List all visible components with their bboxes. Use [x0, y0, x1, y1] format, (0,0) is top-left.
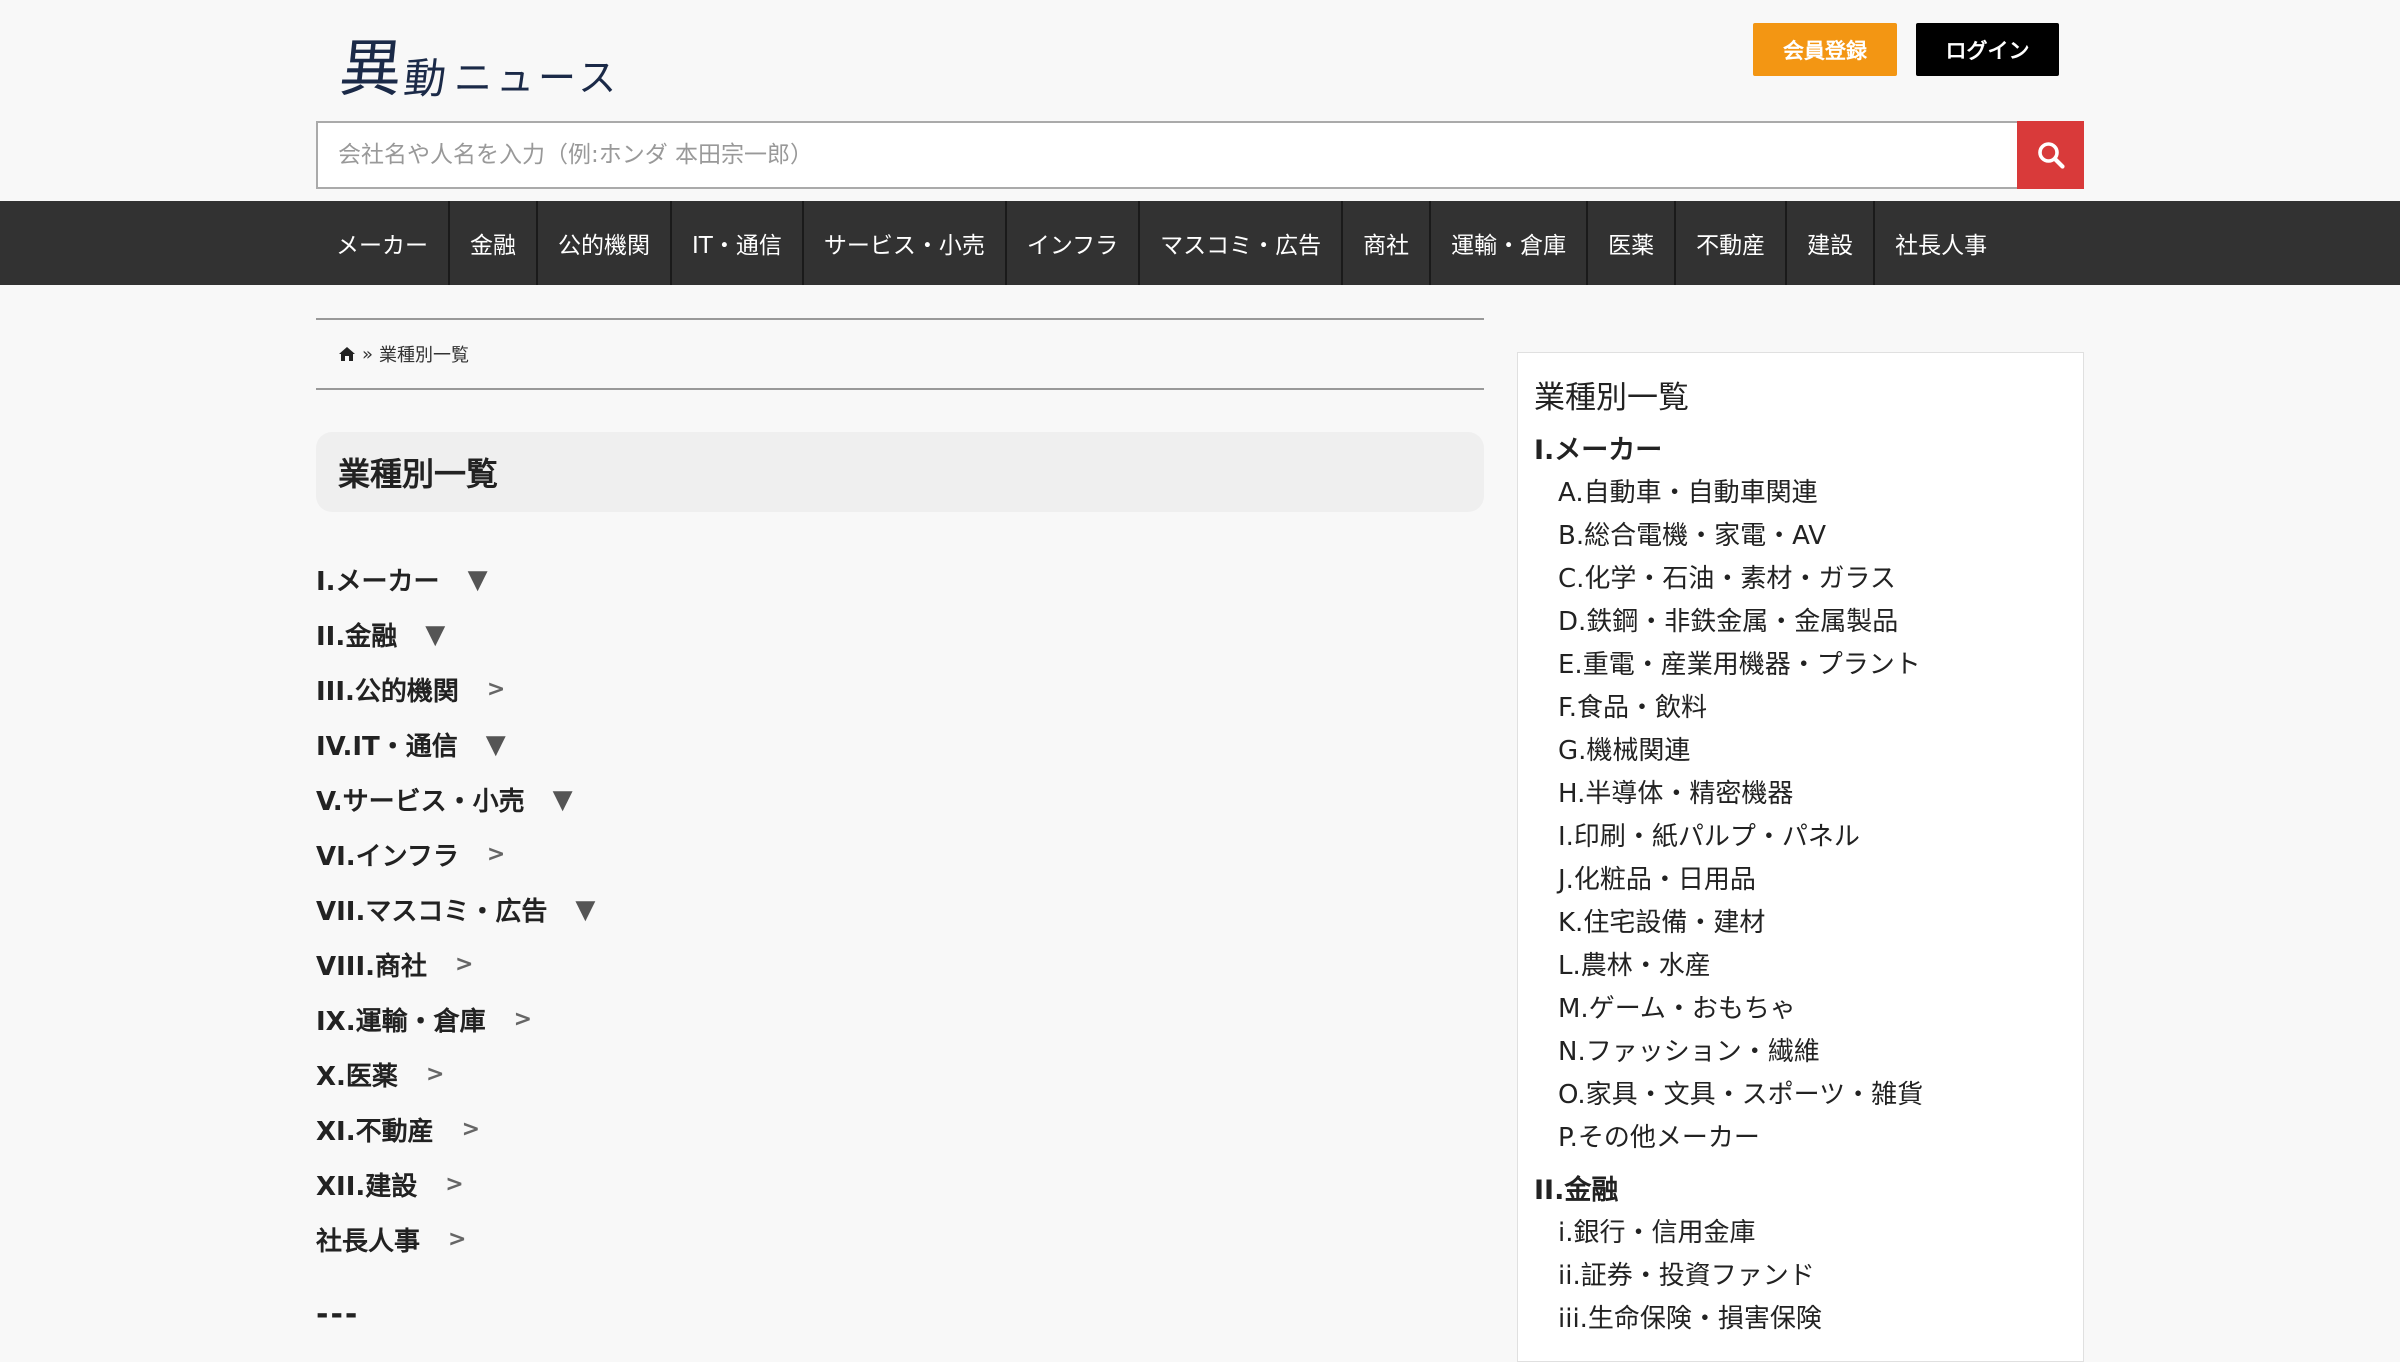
chevron-right-icon[interactable]: >	[445, 1172, 463, 1197]
sidebar-subcategory-link[interactable]: H.半導体・精密機器	[1534, 770, 2065, 813]
search-bar	[316, 121, 2084, 189]
category-item[interactable]: 社長人事 >	[316, 1212, 1484, 1267]
login-button[interactable]: ログイン	[1916, 23, 2059, 76]
sidebar-subcategory-link[interactable]: G.機械関連	[1534, 727, 2065, 770]
sidebar-subcategory-link[interactable]: B.総合電機・家電・AV	[1534, 512, 2065, 555]
header: 異 動 ニュース 会員登録 ログイン	[0, 0, 2400, 200]
category-label[interactable]: III.公的機関	[316, 671, 459, 708]
category-list: I.メーカー ▼ II.金融 ▼ III.公的機関 > IV.IT・通信 ▼ V.サービス・小売…	[316, 552, 1484, 1267]
sidebar-subcategory-link[interactable]: K.住宅設備・建材	[1534, 899, 2065, 942]
sidebar-title: 業種別一覧	[1534, 379, 1689, 416]
search-input[interactable]	[316, 121, 2017, 189]
nav-item[interactable]: 金融	[450, 201, 538, 285]
category-item[interactable]: VII.マスコミ・広告 ▼	[316, 882, 1484, 937]
sidebar-subcategory-link[interactable]: iii.生命保険・損害保険	[1534, 1295, 2065, 1338]
category-item[interactable]: XI.不動産 >	[316, 1102, 1484, 1157]
nav-item[interactable]: 社長人事	[1875, 201, 2007, 285]
sidebar-group-heading[interactable]: I.メーカー	[1534, 425, 2065, 469]
nav-item[interactable]: 建設	[1787, 201, 1876, 285]
nav-item[interactable]: サービス・小売	[804, 201, 1007, 285]
category-label[interactable]: IV.IT・通信	[316, 726, 458, 763]
category-label[interactable]: VII.マスコミ・広告	[316, 891, 547, 928]
sidebar-subcategory-link[interactable]: A.自動車・自動車関連	[1534, 469, 2065, 512]
sidebar-subcategory-link[interactable]: L.農林・水産	[1534, 942, 2065, 985]
chevron-right-icon[interactable]: >	[487, 842, 505, 867]
logo-text: ニュース	[454, 56, 621, 101]
category-item[interactable]: IV.IT・通信 ▼	[316, 717, 1484, 772]
sidebar-subcategory-link[interactable]: N.ファッション・繊維	[1534, 1028, 2065, 1071]
category-item[interactable]: I.メーカー ▼	[316, 552, 1484, 607]
sidebar: 業種別一覧 I.メーカー A.自動車・自動車関連 B.総合電機・家電・AV C.化学・…	[1517, 352, 2084, 1362]
logo-kanji: 動	[401, 54, 449, 103]
sidebar-subcategory-link[interactable]: E.重電・産業用機器・プラント	[1534, 641, 2065, 684]
nav-item[interactable]: 商社	[1343, 201, 1432, 285]
breadcrumb-current: 業種別一覧	[379, 345, 470, 366]
expand-arrow-icon[interactable]: ▼	[468, 565, 488, 595]
category-item[interactable]: VI.インフラ >	[316, 827, 1484, 882]
breadcrumb: » 業種別一覧	[316, 318, 1484, 390]
home-icon[interactable]	[338, 346, 356, 362]
category-label[interactable]: II.金融	[316, 616, 397, 653]
category-item[interactable]: IX.運輸・倉庫 >	[316, 992, 1484, 1047]
expand-arrow-icon[interactable]: ▼	[575, 895, 595, 925]
nav-item[interactable]: 不動産	[1676, 201, 1788, 285]
sidebar-subcategory-link[interactable]: F.食品・飲料	[1534, 684, 2065, 727]
sidebar-subcategory-link[interactable]: I.印刷・紙パルプ・パネル	[1534, 813, 2065, 856]
category-item[interactable]: VIII.商社 >	[316, 937, 1484, 992]
expand-arrow-icon[interactable]: ▼	[486, 730, 506, 760]
category-label[interactable]: VIII.商社	[316, 946, 427, 983]
category-label[interactable]: 社長人事	[316, 1221, 420, 1258]
register-button[interactable]: 会員登録	[1753, 23, 1897, 76]
category-label[interactable]: XII.建設	[316, 1166, 417, 1203]
breadcrumb-separator: »	[362, 343, 374, 365]
sidebar-subcategory-link[interactable]: i.銀行・信用金庫	[1534, 1209, 2065, 1252]
nav-item[interactable]: マスコミ・広告	[1140, 201, 1344, 285]
nav-item[interactable]: IT・通信	[672, 201, 804, 285]
category-label[interactable]: XI.不動産	[316, 1111, 434, 1148]
sidebar-subcategory-link[interactable]: D.鉄鋼・非鉄金属・金属製品	[1534, 598, 2065, 641]
sidebar-group-heading[interactable]: II.金融	[1534, 1165, 2065, 1209]
sidebar-subcategory-link[interactable]: M.ゲーム・おもちゃ	[1534, 985, 2065, 1028]
search-button[interactable]	[2017, 121, 2084, 189]
category-item[interactable]: XII.建設 >	[316, 1157, 1484, 1212]
nav-item[interactable]: 運輸・倉庫	[1431, 201, 1589, 285]
divider-text: ---	[316, 1297, 360, 1332]
category-label[interactable]: VI.インフラ	[316, 836, 459, 873]
category-label[interactable]: IX.運輸・倉庫	[316, 1001, 486, 1038]
nav-item[interactable]: 公的機関	[538, 201, 672, 285]
sidebar-subcategory-link[interactable]: C.化学・石油・素材・ガラス	[1534, 555, 2065, 598]
category-nav: メーカー 金融 公的機関 IT・通信 サービス・小売 インフラ マスコミ・広告 商社 運輸・倉庫…	[0, 201, 2400, 285]
chevron-right-icon[interactable]: >	[462, 1117, 480, 1142]
sidebar-subcategory-link[interactable]: J.化粧品・日用品	[1534, 856, 2065, 899]
site-logo[interactable]: 異 動 ニュース	[336, 22, 621, 105]
main-content: » 業種別一覧 業種別一覧 I.メーカー ▼ II.金融 ▼ III.公的機関 > IV.I…	[316, 318, 1484, 1332]
chevron-right-icon[interactable]: >	[514, 1007, 532, 1032]
category-label[interactable]: V.サービス・小売	[316, 781, 525, 818]
sidebar-subcategory-link[interactable]: ii.証券・投資ファンド	[1534, 1252, 2065, 1295]
expand-arrow-icon[interactable]: ▼	[553, 785, 573, 815]
sidebar-subcategory-link[interactable]: P.その他メーカー	[1534, 1114, 2065, 1157]
logo-kanji: 異	[336, 32, 406, 105]
nav-item[interactable]: 医薬	[1588, 201, 1677, 285]
chevron-right-icon[interactable]: >	[448, 1227, 466, 1252]
category-label[interactable]: I.メーカー	[316, 561, 440, 598]
nav-item[interactable]: メーカー	[316, 201, 450, 285]
expand-arrow-icon[interactable]: ▼	[425, 620, 445, 650]
category-item[interactable]: X.医薬 >	[316, 1047, 1484, 1102]
chevron-right-icon[interactable]: >	[455, 952, 473, 977]
chevron-right-icon[interactable]: >	[487, 677, 505, 702]
category-label[interactable]: X.医薬	[316, 1056, 398, 1093]
sidebar-subcategory-link[interactable]: O.家具・文具・スポーツ・雑貨	[1534, 1071, 2065, 1114]
category-item[interactable]: II.金融 ▼	[316, 607, 1484, 662]
search-icon	[2037, 142, 2065, 169]
nav-item[interactable]: インフラ	[1007, 201, 1141, 285]
page-title: 業種別一覧	[316, 432, 1484, 512]
chevron-right-icon[interactable]: >	[426, 1062, 444, 1087]
category-item[interactable]: III.公的機関 >	[316, 662, 1484, 717]
category-item[interactable]: V.サービス・小売 ▼	[316, 772, 1484, 827]
